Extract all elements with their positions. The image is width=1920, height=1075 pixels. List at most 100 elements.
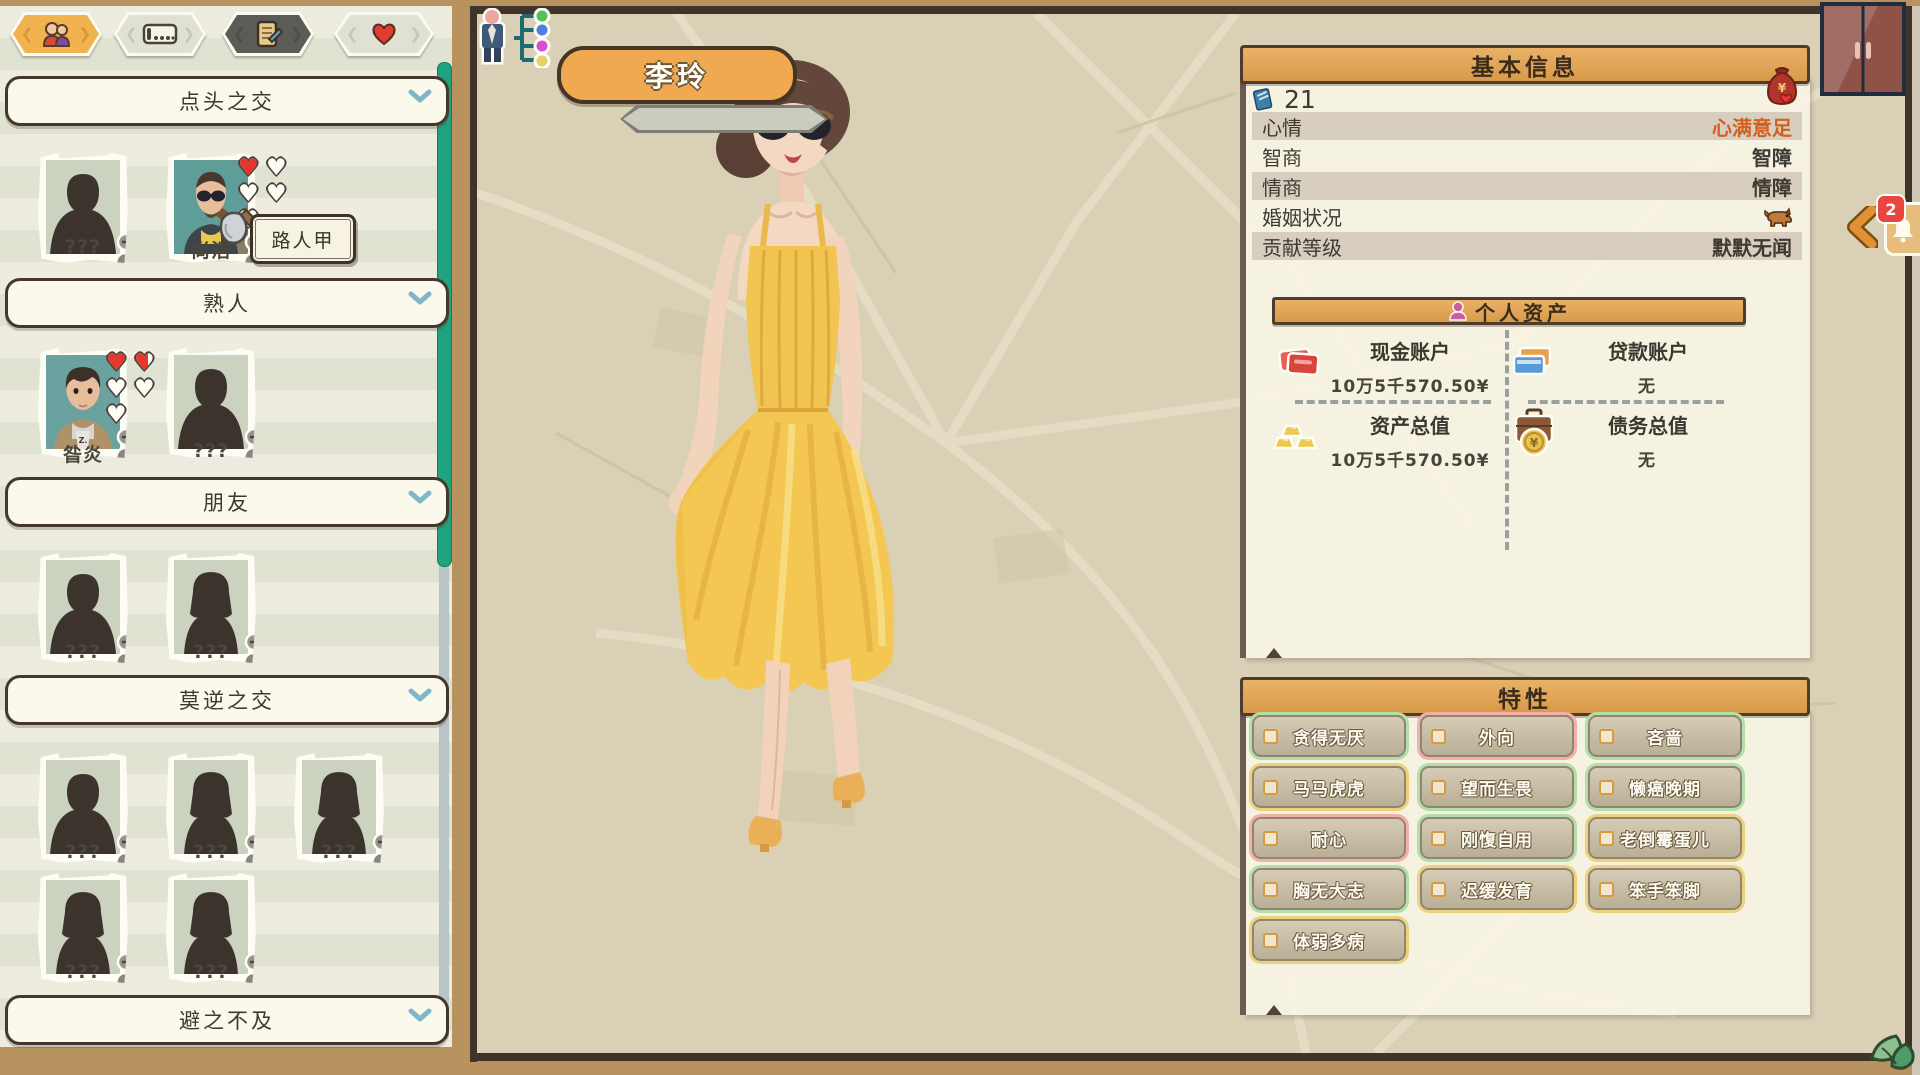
contact-name: ???	[28, 841, 138, 863]
trait-chip[interactable]: 刚愎自用	[1420, 817, 1574, 859]
leaf-corner-icon	[1862, 1034, 1916, 1075]
heart-icon: ♥♥	[106, 351, 130, 375]
chevron-down-icon	[408, 290, 432, 308]
trait-chip[interactable]: 胸无大志	[1252, 868, 1406, 910]
map-frame-top	[470, 6, 1920, 14]
trait-chip[interactable]: 望而生畏	[1420, 766, 1574, 808]
favor-hearts: ♥♥♥♥♥♥♥♥♥♥	[106, 351, 162, 427]
section-friend[interactable]: 朋友	[5, 477, 449, 527]
map-frame-bottom	[470, 1053, 1912, 1061]
portrait-silhouette-female	[46, 880, 120, 974]
info-label: 情商	[1262, 172, 1302, 201]
trait-chip[interactable]: 贪得无厌	[1252, 715, 1406, 757]
trait-checkbox-icon	[1599, 882, 1614, 897]
people-icon	[39, 20, 73, 48]
trait-checkbox-icon	[1263, 780, 1278, 795]
trait-checkbox-icon	[1599, 780, 1614, 795]
section-avoid[interactable]: 避之不及	[5, 995, 449, 1045]
asset-label: 资产总值	[1310, 410, 1510, 439]
trait-chip[interactable]: 吝啬	[1588, 715, 1742, 757]
character-name: 李玲	[645, 55, 709, 95]
tab-log[interactable]: ❮ ❯	[222, 12, 314, 56]
contact-name: ???	[156, 961, 266, 983]
notebook-icon	[1252, 87, 1274, 111]
info-label: 心情	[1262, 112, 1302, 141]
svg-text:¥: ¥	[1778, 81, 1787, 95]
asset-value: 10万5千570.50¥	[1295, 372, 1525, 397]
assets-title: 个人资产	[1475, 297, 1571, 326]
character-name-plate: 李玲	[557, 46, 797, 104]
heart-icon: ♥♥	[134, 377, 158, 401]
section-acquaintance-nod[interactable]: 点头之交	[5, 76, 449, 126]
contact-name: ???	[28, 641, 138, 663]
wardrobe-handle	[1855, 42, 1860, 59]
chevron-down-icon	[408, 1007, 432, 1025]
portrait-silhouette-female	[174, 760, 248, 854]
trait-label: 外向	[1479, 724, 1515, 749]
tab-relations[interactable]: ❮ ❯	[10, 12, 102, 56]
person-icon	[1447, 300, 1469, 322]
trait-chip[interactable]: 体弱多病	[1252, 919, 1406, 961]
section-close-friend[interactable]: 莫逆之交	[5, 675, 449, 725]
info-row-iq: 智商 智障	[1252, 142, 1802, 170]
money-pouch-icon[interactable]: ¥	[1764, 62, 1800, 106]
trait-label: 懒癌晚期	[1629, 775, 1701, 800]
contact-name: ???	[28, 236, 138, 258]
asset-value: 10万5千570.50¥	[1295, 446, 1525, 471]
map-frame-left	[470, 6, 477, 1062]
trait-label: 吝啬	[1647, 724, 1683, 749]
trait-chip[interactable]: 迟缓发育	[1420, 868, 1574, 910]
trait-chip[interactable]: 懒癌晚期	[1588, 766, 1742, 808]
panel-fold	[1266, 1005, 1282, 1015]
trait-chip[interactable]: 耐心	[1252, 817, 1406, 859]
portrait-silhouette-male	[46, 560, 120, 654]
portrait-silhouette-male	[46, 760, 120, 854]
contact-name: ???	[284, 841, 394, 863]
trait-checkbox-icon	[1263, 882, 1278, 897]
contact-name: ???	[156, 641, 266, 663]
contact-name: ???	[156, 841, 266, 863]
heart-icon: ♥♥	[266, 182, 290, 206]
chevron-down-icon	[408, 687, 432, 705]
chevron-down-icon	[408, 88, 432, 106]
trait-chip[interactable]: 笨手笨脚	[1588, 868, 1742, 910]
info-row-contribution: 贡献等级 默默无闻	[1252, 232, 1802, 260]
info-value: 情障	[1752, 172, 1792, 201]
info-row-marital: 婚姻状况	[1252, 202, 1802, 230]
portrait-silhouette-female	[302, 760, 376, 854]
basic-info-header: 基本信息	[1240, 45, 1810, 84]
panel-fold	[1266, 648, 1282, 658]
portrait-silhouette-male	[174, 355, 248, 449]
collapse-chevron-icon[interactable]	[1846, 206, 1878, 248]
section-familiar[interactable]: 熟人	[5, 278, 449, 328]
wardrobe-handle	[1866, 42, 1871, 59]
trait-label: 胸无大志	[1293, 877, 1365, 902]
trait-label: 贪得无厌	[1293, 724, 1365, 749]
info-label: 婚姻状况	[1262, 202, 1342, 231]
trait-chip[interactable]: 老倒霉蛋儿	[1588, 817, 1742, 859]
notification-count: 2	[1885, 200, 1896, 219]
tooltip-text: 路人甲	[271, 226, 334, 253]
character-relations-icon[interactable]	[478, 8, 564, 68]
section-label: 点头之交	[179, 86, 275, 116]
portrait-silhouette-female	[174, 560, 248, 654]
trait-chip[interactable]: 外向	[1420, 715, 1574, 757]
trait-label: 笨手笨脚	[1629, 877, 1701, 902]
assets-divider-horizontal	[1528, 400, 1724, 404]
assets-header: 个人资产	[1272, 297, 1746, 325]
info-label: 贡献等级	[1262, 232, 1342, 261]
asset-label: 现金账户	[1310, 336, 1510, 365]
info-value: 心满意足	[1712, 112, 1792, 141]
tab-film[interactable]: ❮ ❯	[114, 12, 206, 56]
wardrobe-button[interactable]	[1820, 2, 1906, 96]
chevron-down-icon	[408, 489, 432, 507]
trait-checkbox-icon	[1599, 831, 1614, 846]
trait-chip[interactable]: 马马虎虎	[1252, 766, 1406, 808]
cursor-tooltip: 路人甲	[250, 214, 356, 264]
dog-icon	[1762, 204, 1792, 228]
basic-info-title: 基本信息	[1471, 48, 1579, 82]
tab-favor[interactable]: ❮ ❯	[334, 12, 434, 56]
trait-checkbox-icon	[1431, 831, 1446, 846]
trait-checkbox-icon	[1263, 933, 1278, 948]
contact-name: ???	[156, 440, 266, 462]
